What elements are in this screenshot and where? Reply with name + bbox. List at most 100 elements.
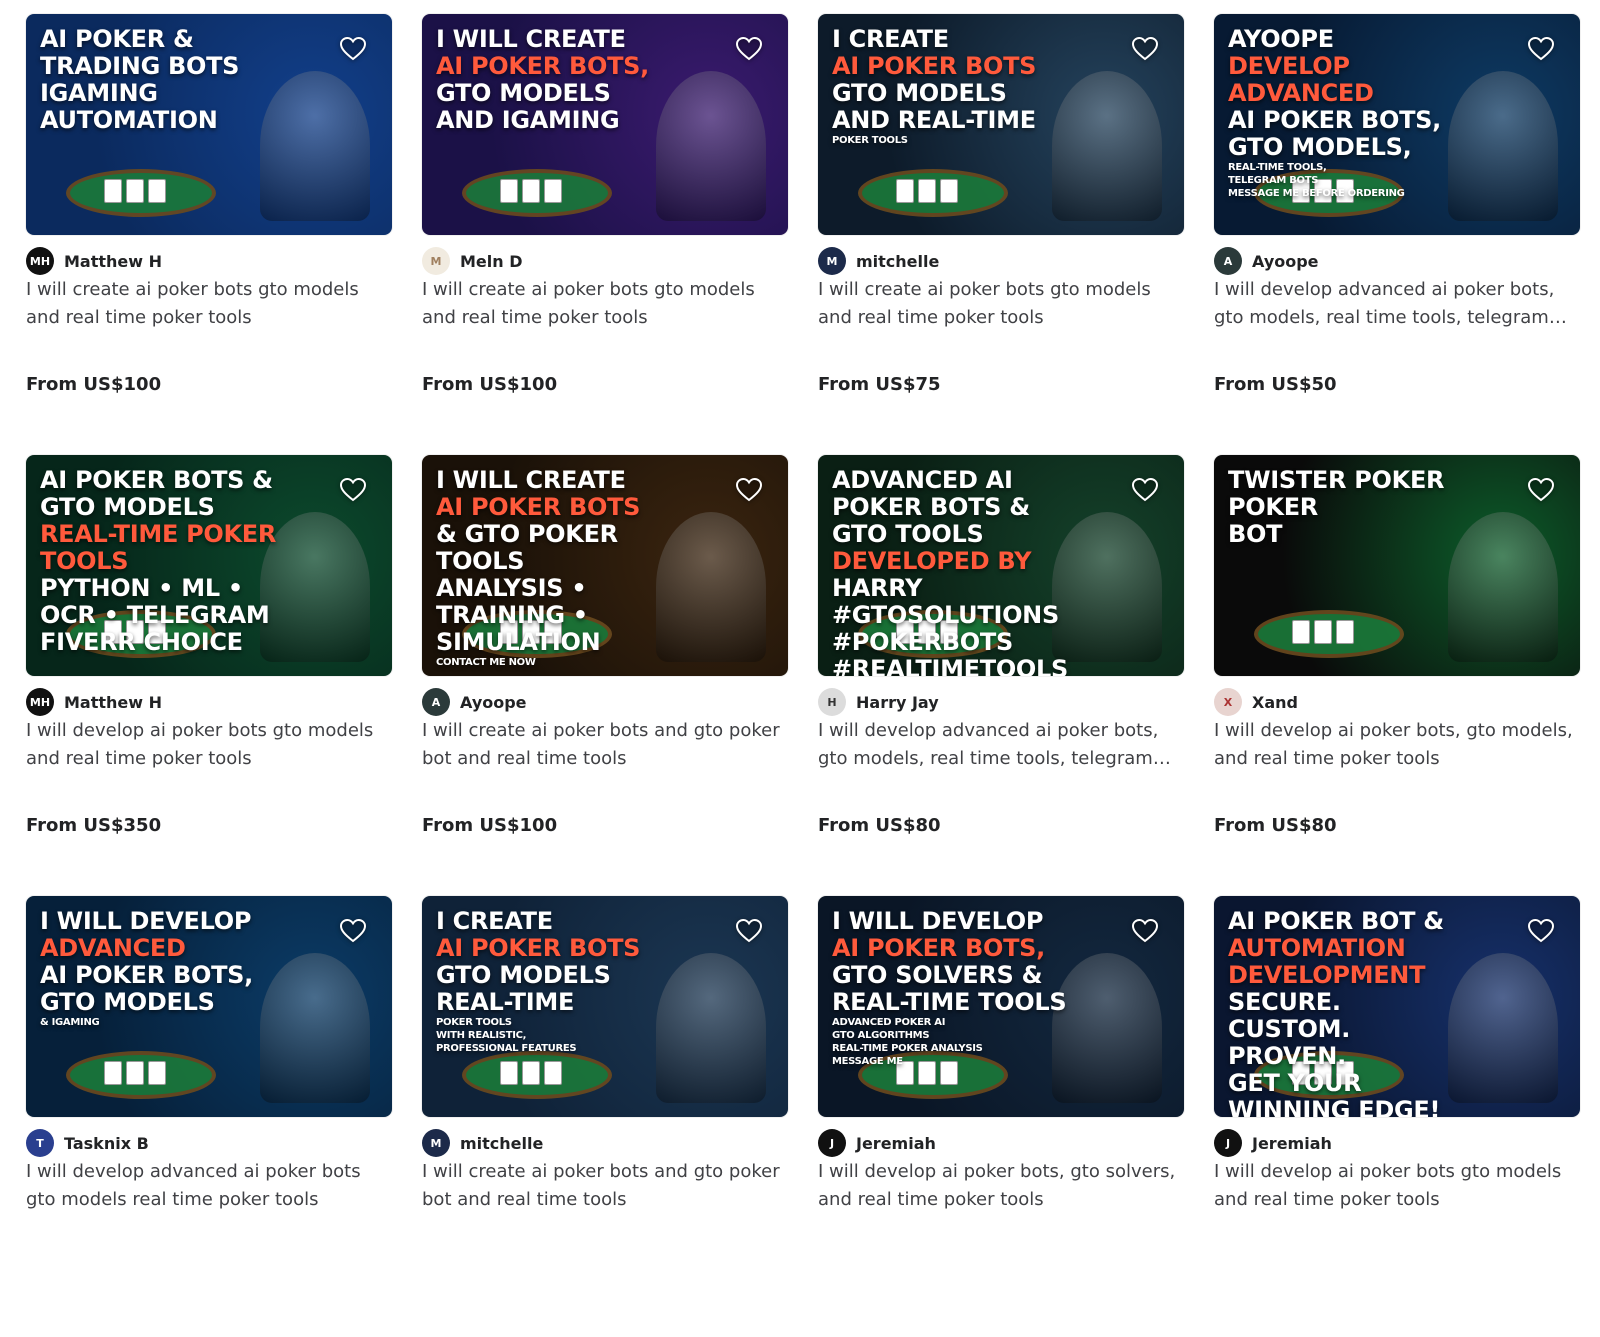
- seller-name[interactable]: Matthew H: [64, 252, 162, 271]
- gig-card[interactable]: AI POKER & TRADING BOTS iGAMING AUTOMATIO…: [26, 14, 392, 455]
- gig-card[interactable]: AI POKER BOT & AUTOMATION DEVELOPMENT SECU…: [1214, 896, 1580, 1337]
- seller-name[interactable]: mitchelle: [856, 252, 939, 271]
- gig-card[interactable]: I WILL CREATE AI Poker Bots & GTO Poker To…: [422, 455, 788, 896]
- thumbnail-text: AI POKER BOTS & GTO MODELS REAL-TIME POKE…: [40, 467, 282, 656]
- heart-outline-icon[interactable]: [1526, 475, 1556, 505]
- heart-outline-icon[interactable]: [1526, 916, 1556, 946]
- avatar[interactable]: M: [422, 1129, 450, 1157]
- gig-card[interactable]: I WILL DEVELOP ADVANCED AI POKER BOTS, GTO …: [26, 896, 392, 1337]
- avatar[interactable]: T: [26, 1129, 54, 1157]
- seller-name[interactable]: Xand: [1252, 693, 1298, 712]
- gig-price: From US$100: [422, 815, 558, 836]
- seller-info[interactable]: T Tasknix B: [26, 1129, 149, 1157]
- heart-outline-icon[interactable]: [1130, 916, 1160, 946]
- playing-card-graphic: [126, 179, 144, 203]
- avatar[interactable]: J: [1214, 1129, 1242, 1157]
- gig-title-link[interactable]: I will develop advanced ai poker bots, g…: [818, 717, 1184, 773]
- gig-thumbnail[interactable]: AI POKER BOTS & GTO MODELS REAL-TIME POKE…: [26, 455, 392, 676]
- seller-name[interactable]: Matthew H: [64, 693, 162, 712]
- thumbnail-text-line: Fiverr Choice: [40, 628, 243, 656]
- seller-info[interactable]: MH Matthew H: [26, 688, 162, 716]
- seller-name[interactable]: Meln D: [460, 252, 523, 271]
- thumbnail-text: I CREATE AI POKER BOTS GTO MODELS REAL-TIME…: [436, 908, 678, 1055]
- seller-info[interactable]: Mmitchelle: [422, 1129, 543, 1157]
- heart-outline-icon[interactable]: [338, 475, 368, 505]
- seller-name[interactable]: Ayoope: [460, 693, 527, 712]
- gig-thumbnail[interactable]: AI POKER & TRADING BOTS iGAMING AUTOMATIO…: [26, 14, 392, 235]
- seller-info[interactable]: M Meln D: [422, 247, 523, 275]
- gig-title-link[interactable]: I will develop advanced ai poker bots, g…: [1214, 276, 1580, 332]
- seller-name[interactable]: Harry Jay: [856, 693, 939, 712]
- gig-card[interactable]: I CREATE AI POKER BOTS GTO MODELS REAL-TIME…: [422, 896, 788, 1337]
- gig-thumbnail[interactable]: I WILL CREATE AI Poker Bots & GTO Poker To…: [422, 455, 788, 676]
- heart-outline-icon[interactable]: [1130, 34, 1160, 64]
- gig-card[interactable]: AI POKER BOTS & GTO MODELS REAL-TIME POKE…: [26, 455, 392, 896]
- heart-outline-icon[interactable]: [338, 916, 368, 946]
- gig-thumbnail[interactable]: I WILL DEVELOP AI POKER BOTS, GTO SOLVERS …: [818, 896, 1184, 1117]
- seller-info[interactable]: MH Matthew H: [26, 247, 162, 275]
- gig-title-link[interactable]: I will create ai poker bots gto models a…: [26, 276, 392, 332]
- seller-info[interactable]: J Jeremiah: [1214, 1129, 1332, 1157]
- gig-thumbnail[interactable]: I CREATE AI POKER BOTS GTO MODELS REAL-TIME…: [422, 896, 788, 1117]
- seller-info[interactable]: Mmitchelle: [818, 247, 939, 275]
- seller-name[interactable]: Jeremiah: [1252, 1134, 1332, 1153]
- thumbnail-text-line: GTO SOLVERS &: [832, 961, 1043, 989]
- seller-info[interactable]: A Ayoope: [422, 688, 527, 716]
- heart-outline-icon[interactable]: [734, 34, 764, 64]
- thumbnail-text-line: CONTACT ME NOW: [436, 657, 536, 668]
- playing-card-graphic: [1314, 620, 1332, 644]
- avatar[interactable]: J: [818, 1129, 846, 1157]
- avatar[interactable]: MH: [26, 247, 54, 275]
- heart-outline-icon[interactable]: [734, 475, 764, 505]
- gig-card[interactable]: I WILL CREATE AI POKER BOTS, GTO MODELS AND…: [422, 14, 788, 455]
- gig-title-link[interactable]: I will develop ai poker bots gto models …: [26, 717, 392, 773]
- thumbnail-text-line: AUTOMATION DEVELOPMENT: [1228, 934, 1426, 989]
- gig-card[interactable]: I WILL DEVELOP AI POKER BOTS, GTO SOLVERS …: [818, 896, 1184, 1337]
- gig-card[interactable]: Twister Poker POKER BOT X Xand I will develop…: [1214, 455, 1580, 896]
- gig-thumbnail[interactable]: AI POKER BOT & AUTOMATION DEVELOPMENT SECU…: [1214, 896, 1580, 1117]
- gig-title-link[interactable]: I will create ai poker bots and gto poke…: [422, 717, 788, 773]
- thumbnail-text-line: AND REAL-TIME: [832, 106, 1036, 134]
- gig-card[interactable]: AYOOPE Develop Advanced AI Poker Bots, GTO …: [1214, 14, 1580, 455]
- thumbnail-text-line: GTO MODELS: [832, 79, 1007, 107]
- seller-info[interactable]: X Xand: [1214, 688, 1298, 716]
- seller-name[interactable]: mitchelle: [460, 1134, 543, 1153]
- gig-thumbnail[interactable]: I WILL CREATE AI POKER BOTS, GTO MODELS AND…: [422, 14, 788, 235]
- avatar[interactable]: X: [1214, 688, 1242, 716]
- playing-card-graphic: [940, 179, 958, 203]
- avatar[interactable]: A: [1214, 247, 1242, 275]
- gig-title-link[interactable]: I will create ai poker bots gto models a…: [818, 276, 1184, 332]
- thumbnail-text-line: POKER TOOLS: [832, 135, 908, 146]
- seller-info[interactable]: H Harry Jay: [818, 688, 939, 716]
- gig-title-link[interactable]: I will develop advanced ai poker bots gt…: [26, 1158, 392, 1214]
- gig-thumbnail[interactable]: Twister Poker POKER BOT: [1214, 455, 1580, 676]
- gig-title-link[interactable]: I will create ai poker bots and gto poke…: [422, 1158, 788, 1214]
- avatar[interactable]: M: [818, 247, 846, 275]
- thumbnail-text-line: AI POKER BOTS: [436, 934, 641, 962]
- heart-outline-icon[interactable]: [1526, 34, 1556, 64]
- gig-thumbnail[interactable]: ADVANCED AI POKER BOTS & GTO TOOLS DEVELO…: [818, 455, 1184, 676]
- gig-title-link[interactable]: I will develop ai poker bots, gto solver…: [818, 1158, 1184, 1214]
- seller-name[interactable]: Jeremiah: [856, 1134, 936, 1153]
- gig-thumbnail[interactable]: I CREATE AI POKER BOTS GTO MODELS AND REAL-…: [818, 14, 1184, 235]
- avatar[interactable]: M: [422, 247, 450, 275]
- gig-title-link[interactable]: I will create ai poker bots gto models a…: [422, 276, 788, 332]
- gig-title-link[interactable]: I will develop ai poker bots, gto models…: [1214, 717, 1580, 773]
- seller-name[interactable]: Ayoope: [1252, 252, 1319, 271]
- gig-card[interactable]: ADVANCED AI POKER BOTS & GTO TOOLS DEVELO…: [818, 455, 1184, 896]
- gig-thumbnail[interactable]: AYOOPE Develop Advanced AI Poker Bots, GTO …: [1214, 14, 1580, 235]
- gig-card[interactable]: I CREATE AI POKER BOTS GTO MODELS AND REAL-…: [818, 14, 1184, 455]
- gig-thumbnail[interactable]: I WILL DEVELOP ADVANCED AI POKER BOTS, GTO …: [26, 896, 392, 1117]
- heart-outline-icon[interactable]: [1130, 475, 1160, 505]
- seller-info[interactable]: J Jeremiah: [818, 1129, 936, 1157]
- heart-outline-icon[interactable]: [338, 34, 368, 64]
- gig-title-link[interactable]: I will develop ai poker bots gto models …: [1214, 1158, 1580, 1214]
- avatar[interactable]: A: [422, 688, 450, 716]
- thumbnail-text: I WILL CREATE AI Poker Bots & GTO Poker To…: [436, 467, 678, 669]
- heart-outline-icon[interactable]: [734, 916, 764, 946]
- thumbnail-text-line: HARRY: [832, 574, 923, 602]
- avatar[interactable]: H: [818, 688, 846, 716]
- avatar[interactable]: MH: [26, 688, 54, 716]
- seller-info[interactable]: A Ayoope: [1214, 247, 1319, 275]
- seller-name[interactable]: Tasknix B: [64, 1134, 149, 1153]
